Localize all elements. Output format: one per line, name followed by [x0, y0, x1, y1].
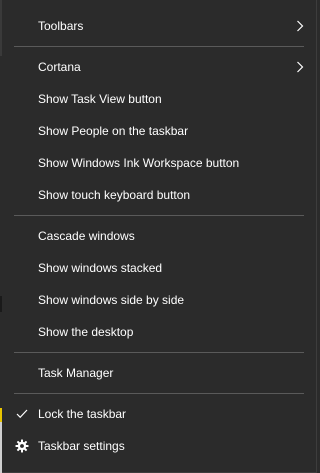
menu-item-show-the-desktop[interactable]: Show the desktop — [2, 316, 316, 348]
menu-separator — [14, 215, 304, 216]
menu-item-task-manager[interactable]: Task Manager — [2, 357, 316, 389]
menu-separator — [14, 352, 304, 353]
menu-item-label: Lock the taskbar — [38, 407, 127, 421]
menu-item-toolbars[interactable]: Toolbars — [2, 10, 316, 42]
menu-item-lock-the-taskbar[interactable]: Lock the taskbar — [2, 398, 316, 430]
menu-item-label: Show Windows Ink Workspace button — [38, 156, 240, 170]
menu-item-show-task-view-button[interactable]: Show Task View button — [2, 83, 316, 115]
chevron-right-icon — [297, 61, 304, 73]
checkmark-icon — [14, 398, 30, 430]
menu-item-label: Cortana — [38, 60, 81, 74]
chevron-right-icon — [297, 20, 304, 32]
menu-item-label: Taskbar settings — [38, 439, 125, 453]
menu-item-label: Show windows stacked — [38, 261, 163, 275]
menu-item-label: Show touch keyboard button — [38, 188, 191, 202]
menu-item-label: Task Manager — [38, 366, 114, 380]
menu-item-cascade-windows[interactable]: Cascade windows — [2, 220, 316, 252]
menu-item-label: Toolbars — [38, 19, 84, 33]
menu-separator — [14, 46, 304, 47]
menu-item-show-windows-side-by-side[interactable]: Show windows side by side — [2, 284, 316, 316]
menu-item-show-touch-keyboard[interactable]: Show touch keyboard button — [2, 179, 316, 211]
menu-item-show-windows-ink-workspace[interactable]: Show Windows Ink Workspace button — [2, 147, 316, 179]
menu-item-label: Show People on the taskbar — [38, 124, 189, 138]
menu-item-label: Show the desktop — [38, 325, 134, 339]
gear-icon — [14, 430, 30, 462]
menu-item-show-people[interactable]: Show People on the taskbar — [2, 115, 316, 147]
menu-item-taskbar-settings[interactable]: Taskbar settings — [2, 430, 316, 462]
menu-item-cortana[interactable]: Cortana — [2, 51, 316, 83]
menu-item-label: Cascade windows — [38, 229, 135, 243]
menu-separator — [14, 393, 304, 394]
taskbar-context-menu: Toolbars Cortana Show Task View button S… — [2, 0, 317, 473]
menu-item-label: Show windows side by side — [38, 293, 185, 307]
menu-item-show-windows-stacked[interactable]: Show windows stacked — [2, 252, 316, 284]
menu-item-label: Show Task View button — [38, 92, 162, 106]
